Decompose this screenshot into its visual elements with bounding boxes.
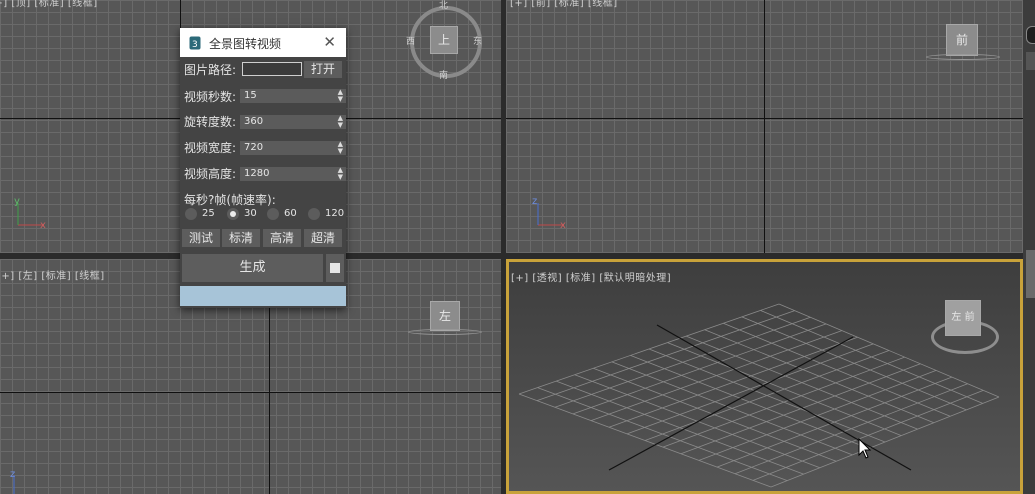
- compass-west: 西: [406, 37, 416, 47]
- compass-north: 北: [439, 1, 449, 11]
- stop-button[interactable]: [326, 254, 344, 282]
- video-seconds-select[interactable]: 15 ▲ ▼: [240, 89, 346, 103]
- grid-line: [644, 350, 890, 441]
- fps-option-label: 120: [325, 208, 345, 219]
- dialog-titlebar[interactable]: 3 全景图转视频 ✕: [180, 28, 346, 57]
- fps-radio-60[interactable]: [267, 208, 279, 220]
- dialog-title: 全景图转视频: [209, 37, 282, 51]
- panel-tab[interactable]: [1026, 52, 1035, 70]
- panel-scrollbar[interactable]: [1026, 250, 1035, 298]
- grid-line: [662, 356, 905, 448]
- spinner-icon[interactable]: ▲ ▼: [338, 141, 343, 155]
- axis-x-label: x: [40, 220, 47, 231]
- quality-test-button[interactable]: 测试: [182, 229, 220, 247]
- fps-option-label: 30: [244, 208, 257, 219]
- field-label: 视频宽度:: [184, 141, 237, 155]
- fps-radio-25[interactable]: [185, 208, 197, 220]
- path-label: 图片路径:: [184, 63, 237, 77]
- svg-text:3: 3: [192, 40, 198, 50]
- field-label: 视频高度:: [184, 167, 237, 181]
- grid-line: [680, 363, 921, 455]
- grid-axis-horizontal: [0, 392, 501, 393]
- fps-radio-120[interactable]: [308, 208, 320, 220]
- grid-line: [698, 370, 937, 461]
- grid-line: [716, 376, 953, 468]
- image-path-field[interactable]: [242, 62, 302, 76]
- stop-icon: [330, 263, 340, 273]
- fps-option-label: 60: [284, 208, 297, 219]
- mouse-cursor-icon: [858, 438, 872, 459]
- select-value: 720: [244, 142, 264, 153]
- viewcube[interactable]: 左 前: [927, 292, 1003, 362]
- axis-x-label: x: [560, 220, 567, 231]
- panorama-to-video-dialog[interactable]: 3 全景图转视频 ✕ 图片路径: 打开 视频秒数: 15 ▲ ▼ 旋转度数: 360…: [180, 28, 346, 308]
- viewport-label[interactable]: [+] [顶] [标准] [线框]: [0, 0, 98, 9]
- video-height-select[interactable]: 1280 ▲ ▼: [240, 167, 346, 181]
- compass-south: 南: [439, 71, 449, 81]
- viewcube-face[interactable]: 前: [946, 24, 978, 56]
- select-value: 15: [244, 90, 257, 101]
- viewport-label[interactable]: [+] [左] [标准] [线框]: [0, 267, 105, 282]
- field-label: 旋转度数:: [184, 115, 237, 129]
- axis-y-label: y: [14, 196, 21, 207]
- quality-uhd-button[interactable]: 超清: [304, 229, 342, 247]
- select-value: 1280: [244, 168, 270, 179]
- close-icon[interactable]: ✕: [323, 33, 336, 51]
- grid-line: [667, 342, 902, 436]
- app-icon: 3: [189, 36, 201, 50]
- field-label: 视频秒数:: [184, 90, 237, 104]
- viewport-label[interactable]: [+] [前] [标准] [线框]: [510, 0, 618, 9]
- viewport-perspective[interactable]: [+] [透视] [标准] [默认明暗处理] 左 前: [506, 259, 1023, 494]
- axis-z-label: z: [10, 469, 16, 480]
- spinner-icon[interactable]: ▲ ▼: [338, 115, 343, 129]
- select-value: 360: [244, 116, 264, 127]
- progress-fill: [180, 286, 346, 306]
- viewcube[interactable]: 左: [408, 299, 484, 343]
- grid-line: [685, 335, 918, 430]
- fps-option-label: 25: [202, 208, 215, 219]
- axis-z-label: z: [532, 196, 538, 207]
- viewcube-face[interactable]: 左 前: [945, 300, 981, 336]
- quality-sd-button[interactable]: 标清: [222, 229, 260, 247]
- viewcube-compass[interactable]: 上 北 西 东 南: [406, 1, 482, 81]
- grid-line: [723, 322, 951, 417]
- rotation-degrees-select[interactable]: 360 ▲ ▼: [240, 115, 346, 129]
- grid-axis-vertical: [764, 0, 765, 253]
- spinner-icon[interactable]: ▲ ▼: [338, 167, 343, 181]
- spinner-icon[interactable]: ▲ ▼: [338, 89, 343, 103]
- video-width-select[interactable]: 720 ▲ ▼: [240, 141, 346, 155]
- panel-button[interactable]: [1026, 26, 1035, 44]
- grid-line: [734, 383, 968, 475]
- quality-hd-button[interactable]: 高清: [263, 229, 301, 247]
- grid-line: [704, 329, 935, 424]
- fps-label: 每秒?帧(帧速率):: [184, 193, 276, 207]
- viewcube-ring: [408, 329, 482, 335]
- open-button[interactable]: 打开: [304, 61, 342, 78]
- progress-bar: [180, 286, 346, 306]
- viewcube-ring: [926, 54, 1000, 60]
- viewcube-face[interactable]: 上: [430, 26, 458, 54]
- viewcube-face[interactable]: 左: [430, 301, 460, 331]
- command-panel-edge[interactable]: [1023, 0, 1035, 494]
- generate-button[interactable]: 生成: [182, 254, 323, 282]
- compass-east: 东: [473, 37, 483, 47]
- viewport-front[interactable]: [+] [前] [标准] [线框] x z 前: [506, 0, 1023, 253]
- fps-radio-30[interactable]: [227, 208, 239, 220]
- viewcube[interactable]: 前: [926, 22, 1002, 66]
